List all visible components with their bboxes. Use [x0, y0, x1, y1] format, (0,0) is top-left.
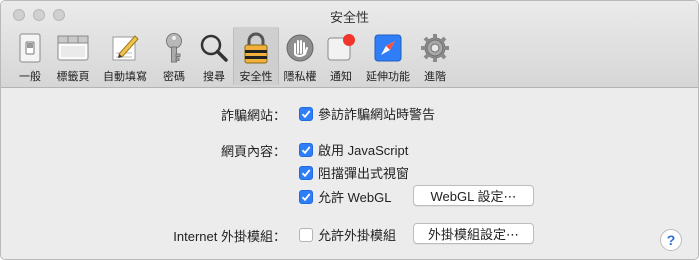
- allow-plugins-checkbox[interactable]: [299, 227, 313, 242]
- tab-extensions[interactable]: 延伸功能: [361, 27, 415, 85]
- fraud-section-label: 詐騙網站：: [220, 108, 286, 123]
- tab-tabs[interactable]: 標籤頁: [49, 27, 97, 85]
- javascript-label: 啟用 JavaScript: [318, 143, 409, 158]
- block-popups-checkbox[interactable]: [299, 165, 313, 180]
- general-switch-icon: [13, 31, 47, 65]
- tab-general[interactable]: 一般: [11, 27, 49, 85]
- tab-autofill[interactable]: 自動填寫: [97, 27, 153, 85]
- titlebar: 安全性 一般 標籤頁 自動填寫 密碼 搜尋 安全性 隱私權 通知 延伸功能 進階: [1, 1, 698, 88]
- tab-extensions-label: 延伸功能: [366, 71, 410, 83]
- preferences-window: 安全性 一般 標籤頁 自動填寫 密碼 搜尋 安全性 隱私權 通知 延伸功能 進階…: [0, 0, 699, 260]
- tab-autofill-label: 自動填寫: [103, 71, 147, 83]
- tab-privacy-label: 隱私權: [283, 71, 317, 83]
- lock-icon: [239, 31, 273, 65]
- tab-security[interactable]: 安全性: [233, 27, 279, 85]
- allow-plugins-label: 允許外掛模組: [318, 228, 397, 243]
- tab-general-label: 一般: [19, 71, 41, 83]
- tab-tabs-label: 標籤頁: [56, 71, 90, 83]
- block-popups-option[interactable]: 阻擋彈出式視窗: [299, 163, 409, 182]
- javascript-checkbox[interactable]: [299, 142, 313, 157]
- hand-icon: [283, 31, 317, 65]
- tab-search-label: 搜尋: [203, 71, 225, 83]
- window-title: 安全性: [329, 10, 369, 25]
- tab-privacy[interactable]: 隱私權: [279, 27, 321, 85]
- tab-passwords-label: 密碼: [163, 71, 185, 83]
- extensions-icon: [371, 31, 405, 65]
- fraud-warning-checkbox[interactable]: [299, 106, 313, 121]
- pencil-icon: [108, 31, 142, 65]
- help-button[interactable]: ?: [660, 229, 682, 251]
- javascript-option[interactable]: 啟用 JavaScript: [299, 140, 408, 159]
- fraud-warning-label: 參訪詐騙網站時警告: [318, 107, 436, 122]
- tab-security-label: 安全性: [239, 71, 273, 83]
- tab-advanced-label: 進階: [424, 71, 446, 83]
- webgl-label: 允許 WebGL: [318, 190, 392, 205]
- tab-passwords[interactable]: 密碼: [153, 27, 195, 85]
- webgl-checkbox[interactable]: [299, 189, 313, 204]
- tab-advanced[interactable]: 進階: [415, 27, 455, 85]
- allow-plugins-option[interactable]: 允許外掛模組: [299, 225, 396, 244]
- tab-notifications[interactable]: 通知: [321, 27, 361, 85]
- web-content-section-label: 網頁內容：: [220, 144, 286, 159]
- gear-icon: [418, 31, 452, 65]
- fraud-warning-option[interactable]: 參訪詐騙網站時警告: [299, 104, 435, 123]
- webgl-option[interactable]: 允許 WebGL: [299, 187, 391, 206]
- webgl-settings-button[interactable]: WebGL 設定⋯: [413, 185, 534, 206]
- search-icon: [197, 31, 231, 65]
- preferences-toolbar: 一般 標籤頁 自動填寫 密碼 搜尋 安全性 隱私權 通知 延伸功能 進階: [11, 27, 455, 85]
- plugin-settings-button[interactable]: 外掛模組設定⋯: [413, 223, 534, 244]
- block-popups-label: 阻擋彈出式視窗: [318, 166, 410, 181]
- notification-icon: [324, 31, 358, 65]
- security-pane: 詐騙網站： 參訪詐騙網站時警告 網頁內容： 啟用 JavaScript 阻擋彈出…: [1, 89, 698, 259]
- tab-search[interactable]: 搜尋: [195, 27, 233, 85]
- tab-notifications-label: 通知: [330, 71, 352, 83]
- tabs-icon: [56, 31, 90, 65]
- plugins-section-label: Internet 外掛模組：: [173, 229, 286, 244]
- key-icon: [157, 31, 191, 65]
